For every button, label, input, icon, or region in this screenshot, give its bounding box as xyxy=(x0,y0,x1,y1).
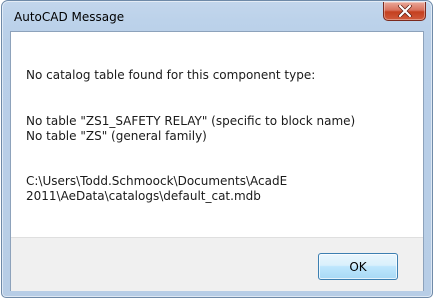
message-heading: No catalog table found for this componen… xyxy=(26,68,316,82)
catalog-path-line2: 2011\AeData\catalogs\default_cat.mdb xyxy=(26,189,261,203)
ok-button[interactable]: OK xyxy=(318,253,398,280)
window-title: AutoCAD Message xyxy=(14,10,125,24)
dialog-client-area: No catalog table found for this componen… xyxy=(10,31,424,291)
message-general-table: No table "ZS" (general family) xyxy=(26,129,207,143)
title-bar[interactable]: AutoCAD Message xyxy=(2,1,432,32)
button-bar: OK xyxy=(11,237,423,291)
message-specific-table: No table "ZS1_SAFETY RELAY" (specific to… xyxy=(26,114,356,128)
close-button[interactable] xyxy=(383,2,426,21)
message-dialog: AutoCAD Message No catalog table found f… xyxy=(1,0,433,298)
catalog-path-line1: C:\Users\Todd.Schmoock\Documents\AcadE xyxy=(26,174,288,188)
message-area: No catalog table found for this componen… xyxy=(11,32,423,237)
close-icon xyxy=(384,2,425,20)
